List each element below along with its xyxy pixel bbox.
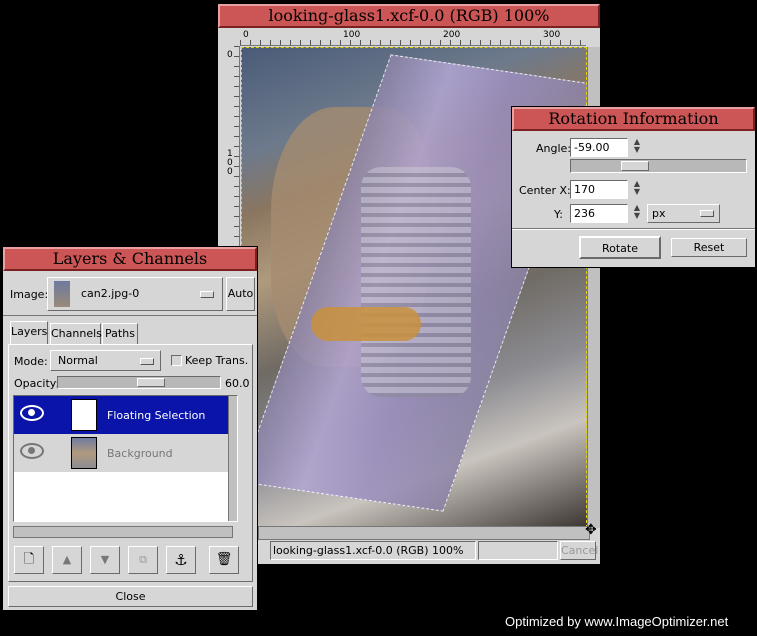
watermark: Optimized by www.ImageOptimizer.net — [505, 614, 729, 629]
layer-thumbnail — [71, 437, 97, 469]
progress-bar — [478, 541, 558, 560]
opacity-slider[interactable] — [57, 376, 221, 389]
dropdown-icon — [700, 210, 714, 217]
opacity-slider-thumb[interactable] — [137, 378, 165, 387]
opacity-label: Opacity: — [14, 377, 60, 390]
image-thumbnail — [54, 281, 70, 307]
close-button[interactable]: Close — [8, 586, 253, 607]
anchor-icon: ⚓ — [174, 551, 188, 569]
opacity-value: 60.0 — [225, 377, 250, 390]
unit-value: px — [652, 207, 666, 220]
rotate-button[interactable]: Rotate — [579, 236, 661, 259]
rotation-dialog-title: Rotation Information — [512, 107, 755, 131]
mode-label: Mode: — [14, 355, 48, 368]
cancel-button[interactable]: Cancel — [560, 541, 598, 560]
tab-layers[interactable]: Layers — [10, 321, 48, 345]
keep-trans-label: Keep Trans. — [185, 354, 249, 367]
angle-spinner[interactable]: ▲ ▼ — [632, 138, 642, 154]
y-field[interactable]: 236 — [570, 204, 628, 223]
eye-icon[interactable] — [20, 443, 44, 459]
y-label: Y: — [554, 208, 563, 221]
image-window: looking-glass1.xcf-0.0 (RGB) 100% 0 100 … — [217, 3, 601, 565]
layer-list: Floating Selection Background — [13, 395, 238, 522]
layer-list-hscrollbar[interactable] — [13, 526, 233, 538]
image-window-title: looking-glass1.xcf-0.0 (RGB) 100% — [218, 4, 600, 28]
y-spinner[interactable]: ▲ ▼ — [632, 204, 642, 220]
layer-row-floating-selection[interactable]: Floating Selection — [14, 396, 231, 434]
auto-button[interactable]: Auto — [226, 277, 255, 311]
ruler-h-100: 100 — [343, 30, 361, 40]
reset-button[interactable]: Reset — [671, 238, 747, 257]
mode-value: Normal — [58, 354, 98, 367]
eye-icon[interactable] — [20, 405, 44, 421]
angle-label: Angle: — [536, 142, 572, 155]
dropdown-icon — [200, 291, 214, 298]
layer-list-scrollbar[interactable] — [228, 396, 237, 521]
layer-thumbnail — [71, 399, 97, 431]
centerx-spinner[interactable]: ▲ ▼ — [632, 180, 642, 196]
delete-layer-button[interactable]: 🗑 — [209, 546, 239, 574]
layers-dialog-title: Layers & Channels — [3, 247, 257, 271]
horizontal-scrollbar[interactable] — [258, 526, 590, 540]
new-layer-icon: 🗋 — [23, 552, 35, 567]
image-label: Image: — [10, 288, 49, 301]
ruler-v-100: 1 0 0 — [227, 149, 233, 177]
trash-icon: 🗑 — [215, 552, 233, 567]
ruler-h-200: 200 — [443, 30, 461, 40]
navigate-icon[interactable]: ✥ — [585, 522, 597, 538]
image-select[interactable]: can2.jpg-0 — [47, 277, 223, 311]
status-bar: looking-glass1.xcf-0.0 (RGB) 100% — [270, 541, 476, 560]
layer-row-background[interactable]: Background — [14, 434, 231, 472]
arrow-up-icon: ▲ — [62, 553, 72, 566]
image-select-value: can2.jpg-0 — [81, 287, 140, 300]
angle-field[interactable]: -59.00 — [570, 138, 628, 157]
layer-name: Background — [107, 447, 173, 460]
tab-paths[interactable]: Paths — [102, 323, 138, 345]
layers-dialog: Layers & Channels Image: can2.jpg-0 Auto… — [2, 246, 258, 611]
layer-name: Floating Selection — [107, 409, 206, 422]
tab-channels[interactable]: Channels — [50, 323, 102, 345]
duplicate-layer-button[interactable]: ⧉ — [128, 546, 158, 574]
unit-select[interactable]: px — [647, 204, 720, 223]
horizontal-ruler: 0 100 200 300 — [240, 30, 586, 46]
angle-slider-thumb[interactable] — [621, 161, 649, 171]
anchor-layer-button[interactable]: ⚓ — [166, 546, 196, 574]
status-text: looking-glass1.xcf-0.0 (RGB) 100% — [273, 544, 464, 557]
ruler-h-300: 300 — [543, 30, 561, 40]
new-layer-button[interactable]: 🗋 — [14, 546, 44, 574]
layers-panel: Mode: Normal Keep Trans. Opacity: 60.0 F… — [8, 344, 253, 582]
ruler-v-0: 0 — [227, 50, 233, 60]
duplicate-icon: ⧉ — [139, 553, 147, 566]
ruler-h-0: 0 — [243, 30, 249, 40]
lower-layer-button[interactable]: ▼ — [90, 546, 120, 574]
divider — [512, 228, 755, 230]
dropdown-icon — [140, 358, 154, 365]
keep-trans-checkbox[interactable] — [171, 355, 182, 366]
mode-select[interactable]: Normal — [50, 350, 161, 371]
raise-layer-button[interactable]: ▲ — [52, 546, 82, 574]
centerx-label: Center X: — [519, 184, 571, 197]
arrow-down-icon: ▼ — [100, 553, 110, 566]
centerx-field[interactable]: 170 — [570, 180, 628, 199]
rotation-dialog: Rotation Information Angle: -59.00 ▲ ▼ Ce… — [511, 106, 756, 268]
tabs-divider — [3, 315, 257, 316]
angle-slider[interactable] — [570, 159, 747, 173]
